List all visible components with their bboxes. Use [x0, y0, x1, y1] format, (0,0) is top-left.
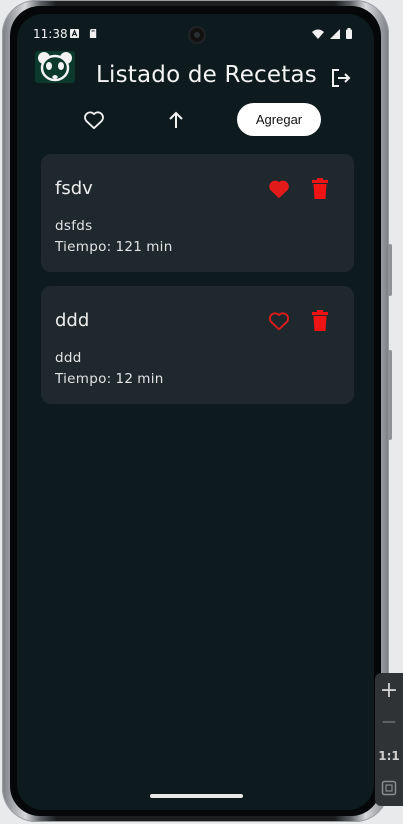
- arrow-up-icon: [169, 111, 183, 128]
- recipe-card[interactable]: ddd ddd Tiempo: 12 min: [41, 286, 354, 404]
- page-title: Listado de Recetas: [96, 62, 317, 88]
- time-label: Tiempo:: [55, 239, 112, 255]
- delete-icon[interactable]: [311, 310, 329, 332]
- time-value: 12: [115, 371, 134, 387]
- recipe-time: Tiempo: 121 min: [55, 239, 173, 255]
- action-toolbar: Agregar: [17, 102, 374, 138]
- app-screen: 11:38 Listado de Recetas Agregar fsdv ds…: [17, 14, 374, 810]
- device-frame: 11:38 Listado de Recetas Agregar fsdv ds…: [2, 0, 392, 822]
- recipe-name: fsdv: [55, 178, 93, 199]
- battery-icon: [346, 28, 352, 39]
- time-value: 121: [115, 239, 143, 255]
- delete-icon[interactable]: [311, 178, 329, 200]
- front-camera: [188, 26, 206, 44]
- status-time: 11:38: [33, 27, 68, 41]
- panda-logo-icon: [35, 51, 75, 83]
- emulator-zoom-panel: + — 1:1: [375, 673, 403, 806]
- wifi-icon: [312, 29, 324, 39]
- recipe-name: ddd: [55, 310, 90, 331]
- favorites-filter-button[interactable]: [81, 107, 107, 133]
- recipe-description: ddd: [55, 350, 82, 366]
- time-label: Tiempo:: [55, 371, 112, 387]
- a-notification-icon: [70, 29, 79, 38]
- status-icons: [312, 28, 352, 39]
- time-unit: min: [137, 371, 164, 387]
- volume-button: [388, 350, 392, 440]
- status-bar: 11:38: [17, 14, 374, 50]
- favorite-filled-icon[interactable]: [268, 178, 290, 200]
- zoom-out-button[interactable]: —: [375, 707, 403, 737]
- actual-size-button[interactable]: 1:1: [375, 741, 403, 771]
- time-unit: min: [146, 239, 173, 255]
- add-recipe-button[interactable]: Agregar: [237, 103, 321, 136]
- logout-icon[interactable]: [330, 67, 352, 89]
- signal-icon: [330, 28, 340, 39]
- recipe-card[interactable]: fsdv dsfds Tiempo: 121 min: [41, 154, 354, 272]
- gesture-home-bar[interactable]: [150, 794, 243, 798]
- favorite-outline-icon[interactable]: [268, 310, 290, 332]
- recipe-description: dsfds: [55, 218, 93, 234]
- sd-card-icon: [89, 29, 97, 38]
- app-bar: Listado de Recetas: [17, 50, 374, 98]
- recipe-time: Tiempo: 12 min: [55, 371, 164, 387]
- zoom-in-button[interactable]: +: [375, 675, 403, 705]
- fit-screen-icon[interactable]: [375, 773, 403, 803]
- sort-button[interactable]: [163, 107, 189, 133]
- power-button: [388, 244, 392, 296]
- heart-outline-icon: [84, 111, 104, 130]
